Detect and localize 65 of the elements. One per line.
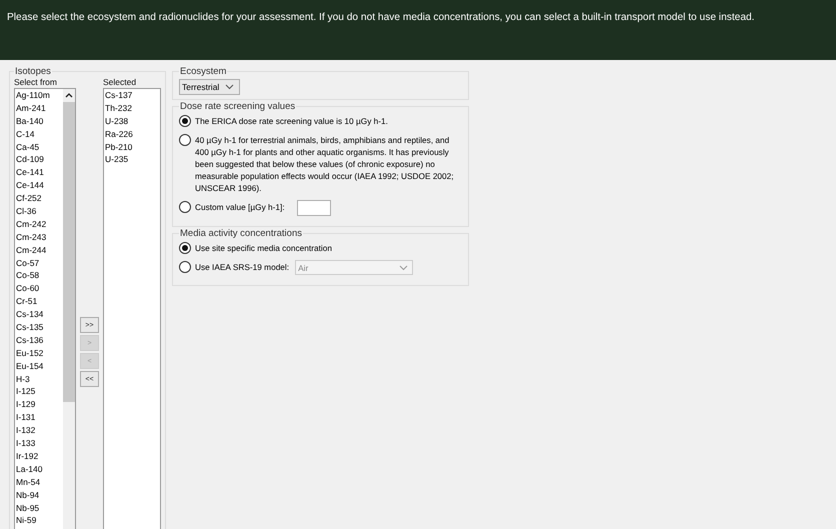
- list-item[interactable]: I-129: [15, 398, 63, 412]
- available-list[interactable]: [14, 88, 76, 529]
- list-item[interactable]: La-140: [15, 462, 63, 476]
- group-title: Dose rate screening values: [179, 101, 296, 112]
- list-item[interactable]: Ag-110m: [15, 89, 63, 102]
- chevron-down-icon: [225, 84, 234, 90]
- list-label: Select from: [14, 77, 58, 88]
- radio-button[interactable]: [179, 242, 191, 254]
- list-item[interactable]: I-131: [15, 411, 63, 424]
- option-label: Use site specific media concentration: [195, 242, 332, 254]
- selected-list[interactable]: Cs-137 Th-232 U-238 Ra-226 Pb-210 U-235: [103, 88, 161, 529]
- list-label: Selected: [103, 77, 138, 88]
- list-item[interactable]: C-14: [15, 128, 63, 141]
- ecosystem-dropdown[interactable]: Terrestrial: [179, 79, 240, 95]
- list-item[interactable]: Co-58: [15, 269, 63, 282]
- custom-value-field[interactable]: [296, 200, 331, 216]
- radio-button[interactable]: [179, 115, 191, 127]
- list-item[interactable]: Am-241: [15, 102, 63, 115]
- scrollbar[interactable]: [63, 89, 75, 529]
- group-title: Media activity concentrations: [179, 228, 303, 239]
- list-item[interactable]: H-3: [15, 372, 63, 386]
- instruction-text: Please select the ecosystem and radionuclides for your assessment. If you do not have media concentrations, you can select a built-in transport model to use instead.: [7, 12, 754, 23]
- list-item[interactable]: Cl-36: [15, 205, 63, 218]
- list-item[interactable]: Cm-244: [15, 244, 63, 257]
- list-item[interactable]: Cd-109: [15, 153, 63, 166]
- scroll-thumb[interactable]: [63, 102, 75, 402]
- group-title: Ecosystem: [179, 66, 228, 77]
- list-item[interactable]: Co-57: [15, 256, 63, 270]
- option-label: Use IAEA SRS-19 model:: [195, 261, 290, 273]
- list-item[interactable]: Cm-242: [15, 218, 63, 231]
- list-item[interactable]: Cm-243: [15, 230, 63, 244]
- list-item[interactable]: Eu-154: [15, 360, 63, 373]
- list-item[interactable]: Ni-59: [15, 514, 63, 528]
- list-item[interactable]: Cs-136: [15, 334, 63, 347]
- chevron-down-icon: [399, 264, 408, 270]
- radio-button[interactable]: [179, 201, 191, 213]
- list-item[interactable]: Ba-140: [15, 114, 63, 128]
- list-item[interactable]: Eu-152: [15, 346, 63, 360]
- list-item[interactable]: Cs-134: [15, 308, 63, 322]
- list-item[interactable]: Cr-51: [15, 295, 63, 308]
- option-label: The ERICA dose rate screening value is 10 µGy h-1.: [195, 115, 388, 127]
- list-item[interactable]: Nb-95: [15, 502, 63, 514]
- list-item[interactable]: Mn-54: [15, 476, 63, 489]
- list-item[interactable]: Nb-94: [15, 488, 63, 502]
- list-item[interactable]: I-132: [15, 424, 63, 438]
- option-label: 40 µGy h-1 for terrestrial animals, birds, amphibians and reptiles, and 400 µGy h-1 for plants and other aquatic organisms. It has previously been suggested that below these values (of chronic exposure) no measurable population effects would occur (IAEA 1992; USDOE 2002; UNSCEAR 1996).: [195, 134, 455, 194]
- list-item[interactable]: Ra-226: [104, 128, 160, 141]
- scroll-up-icon[interactable]: [65, 92, 73, 98]
- list-item[interactable]: Pb-210: [104, 140, 160, 154]
- list-item[interactable]: U-235: [104, 153, 160, 166]
- list-item[interactable]: Ca-45: [15, 140, 63, 154]
- list-item[interactable]: I-125: [15, 385, 63, 398]
- list-item[interactable]: I-133: [15, 437, 63, 450]
- list-item[interactable]: Th-232: [104, 102, 160, 115]
- option-label: Custom value [µGy h-1]:: [195, 201, 285, 213]
- list-item[interactable]: Ce-141: [15, 166, 63, 180]
- list-item[interactable]: Ir-192: [15, 450, 63, 463]
- list-item[interactable]: Cf-252: [15, 192, 63, 206]
- list-item[interactable]: Ce-144: [15, 179, 63, 192]
- radio-button[interactable]: [179, 134, 191, 146]
- list-item[interactable]: Co-60: [15, 282, 63, 296]
- list-item[interactable]: Cs-135: [15, 321, 63, 334]
- list-item[interactable]: Cs-137: [104, 89, 160, 102]
- list-item[interactable]: U-238: [104, 114, 160, 128]
- group-title: Isotopes: [14, 66, 52, 77]
